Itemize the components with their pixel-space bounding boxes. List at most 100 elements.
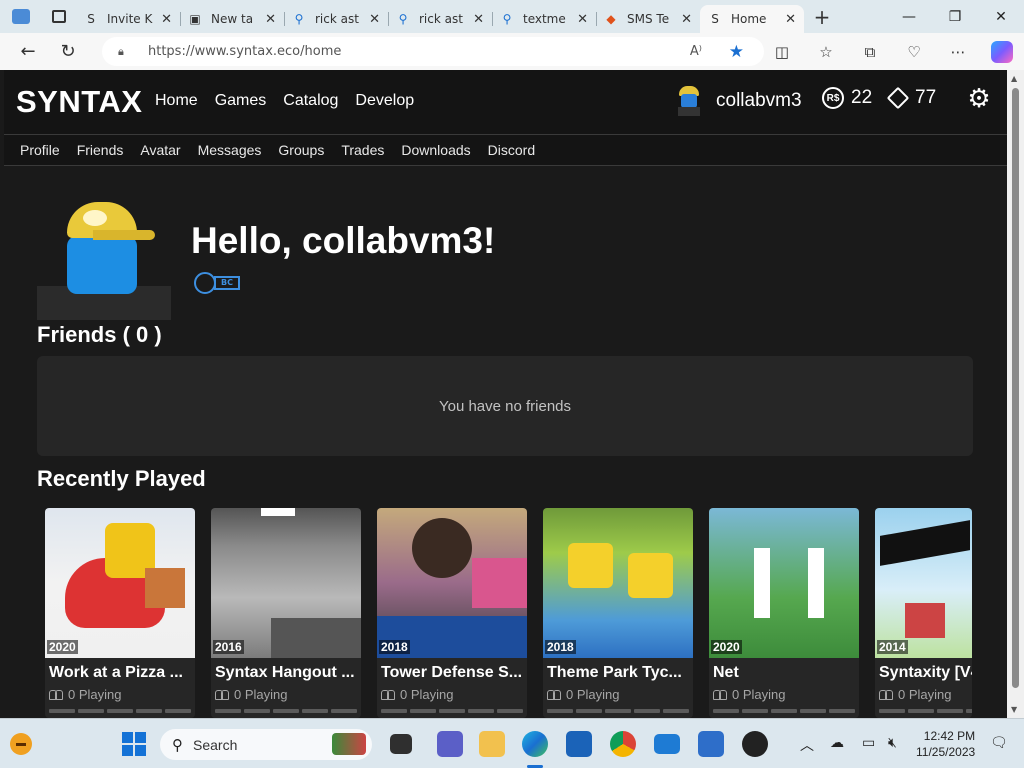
store-icon[interactable]: [566, 731, 592, 757]
game-name[interactable]: Work at a Pizza ...: [49, 664, 195, 682]
browser-tab[interactable]: S Invite K ✕: [76, 5, 180, 33]
close-tab-icon[interactable]: ✕: [161, 12, 172, 27]
nav-home[interactable]: Home: [155, 92, 198, 110]
back-icon[interactable]: ←: [8, 33, 48, 70]
collections-icon[interactable]: ⧉: [848, 43, 892, 61]
game-thumbnail[interactable]: 2020: [709, 508, 859, 658]
media-player-icon[interactable]: [742, 731, 768, 757]
volume-muted-icon[interactable]: 🔇︎: [888, 735, 897, 751]
browser-tab[interactable]: ◆ SMS Te ✕: [596, 5, 700, 33]
game-name[interactable]: Tower Defense S...: [381, 664, 527, 682]
weather-icon[interactable]: [10, 733, 32, 755]
favorites-icon[interactable]: ☆: [804, 43, 848, 61]
close-tab-icon[interactable]: ✕: [369, 12, 380, 27]
subnav-avatar[interactable]: Avatar: [140, 142, 180, 158]
subnav-downloads[interactable]: Downloads: [401, 142, 470, 158]
copilot-icon[interactable]: [991, 40, 1013, 63]
teams-icon[interactable]: [437, 731, 463, 757]
people-icon: [215, 689, 229, 700]
performance-icon[interactable]: ♡: [892, 43, 936, 61]
vote-bar: [879, 709, 972, 713]
close-tab-icon[interactable]: ✕: [577, 12, 588, 27]
address-bar[interactable]: 🔒︎ https://www.syntax.eco/home A⁾ ★: [102, 37, 764, 66]
syntax-icon: S: [87, 12, 95, 26]
nav-games[interactable]: Games: [215, 92, 267, 110]
game-card[interactable]: 2018 Theme Park Tyc... 0 Playing: [543, 508, 693, 718]
display-icon[interactable]: ▭: [862, 735, 875, 751]
url-text[interactable]: https://www.syntax.eco/home: [148, 44, 341, 59]
scrollbar-thumb[interactable]: [1012, 88, 1019, 688]
browser-tab-active[interactable]: S Home ✕: [700, 5, 804, 33]
read-aloud-icon[interactable]: A⁾: [690, 44, 702, 59]
game-card[interactable]: 2014 Syntaxity [V4 0 Playing: [875, 508, 972, 718]
subnav-discord[interactable]: Discord: [488, 142, 535, 158]
people-icon: [879, 689, 893, 700]
user-menu[interactable]: collabvm3: [676, 86, 802, 116]
page-scrollbar[interactable]: ▲ ▼: [1007, 70, 1024, 718]
task-view-icon[interactable]: [390, 734, 412, 754]
close-tab-icon[interactable]: ✕: [785, 12, 796, 27]
photos-icon[interactable]: [698, 731, 724, 757]
onedrive-icon[interactable]: ☁: [830, 735, 844, 751]
browser-tab[interactable]: ▣ New ta ✕: [180, 5, 284, 33]
profile-avatar[interactable]: [37, 202, 171, 320]
game-name[interactable]: Net: [713, 664, 859, 682]
browser-tab[interactable]: ⚲ rick ast ✕: [388, 5, 492, 33]
chevron-up-icon[interactable]: ︿: [800, 735, 814, 755]
notification-icon[interactable]: 🗨︎: [990, 735, 1008, 751]
subnav-groups[interactable]: Groups: [278, 142, 324, 158]
edge-icon[interactable]: [522, 731, 548, 757]
browser-tab-strip: S Invite K ✕ ▣ New ta ✕ ⚲ rick ast ✕ ⚲ r…: [0, 0, 1024, 33]
close-tab-icon[interactable]: ✕: [265, 12, 276, 27]
nav-develop[interactable]: Develop: [355, 92, 414, 110]
new-tab-icon[interactable]: +: [804, 0, 840, 33]
restore-icon[interactable]: ❐: [932, 0, 978, 33]
game-name[interactable]: Theme Park Tyc...: [547, 664, 693, 682]
start-icon[interactable]: [122, 732, 146, 756]
game-thumbnail[interactable]: 2018: [543, 508, 693, 658]
friends-heading[interactable]: Friends ( 0 ): [37, 322, 162, 348]
minimize-icon[interactable]: —: [886, 0, 932, 33]
nav-catalog[interactable]: Catalog: [283, 92, 338, 110]
close-tab-icon[interactable]: ✕: [473, 12, 484, 27]
game-card[interactable]: 2016 Syntax Hangout ... 0 Playing: [211, 508, 361, 718]
more-icon[interactable]: ⋯: [936, 43, 980, 61]
game-thumbnail[interactable]: 2018: [377, 508, 527, 658]
game-card[interactable]: 2020 Net 0 Playing: [709, 508, 859, 718]
favorite-star-icon[interactable]: ★: [729, 42, 744, 62]
game-name[interactable]: Syntax Hangout ...: [215, 664, 361, 682]
game-thumbnail[interactable]: 2014: [875, 508, 972, 658]
game-thumbnail[interactable]: 2016: [211, 508, 361, 658]
close-tab-icon[interactable]: ✕: [681, 12, 692, 27]
gear-icon[interactable]: ⚙: [966, 84, 992, 114]
game-name[interactable]: Syntaxity [V4: [879, 664, 972, 682]
username[interactable]: collabvm3: [716, 90, 802, 112]
scroll-up-icon[interactable]: ▲: [1011, 74, 1017, 83]
game-card[interactable]: 2020 Work at a Pizza ... 0 Playing: [45, 508, 195, 718]
game-year: 2018: [379, 640, 410, 654]
scroll-down-icon[interactable]: ▼: [1011, 705, 1017, 714]
taskbar-search[interactable]: ⚲ Search: [160, 729, 372, 760]
mail-icon[interactable]: [654, 734, 680, 754]
system-clock[interactable]: 12:42 PM 11/25/2023: [916, 728, 975, 760]
refresh-icon[interactable]: ↻: [48, 33, 88, 70]
file-explorer-icon[interactable]: [479, 731, 505, 757]
window-menu-icon[interactable]: [0, 0, 42, 33]
subnav-trades[interactable]: Trades: [341, 142, 384, 158]
robux-balance[interactable]: R$ 22: [822, 87, 872, 109]
browser-tab[interactable]: ⚲ rick ast ✕: [284, 5, 388, 33]
subnav-friends[interactable]: Friends: [77, 142, 124, 158]
subnav-profile[interactable]: Profile: [20, 142, 60, 158]
game-thumbnail[interactable]: 2020: [45, 508, 195, 658]
tix-balance[interactable]: 77: [886, 86, 936, 110]
avatar[interactable]: [676, 86, 702, 116]
lock-icon[interactable]: 🔒︎: [118, 45, 132, 59]
tab-actions-icon[interactable]: [42, 0, 76, 33]
game-card[interactable]: 2018 Tower Defense S... 0 Playing: [377, 508, 527, 718]
subnav-messages[interactable]: Messages: [198, 142, 262, 158]
split-screen-icon[interactable]: ◫: [760, 43, 804, 61]
browser-tab[interactable]: ⚲ textme ✕: [492, 5, 596, 33]
chrome-icon[interactable]: [610, 731, 636, 757]
site-logo[interactable]: SYNTAX: [16, 84, 142, 120]
close-window-icon[interactable]: ✕: [978, 0, 1024, 33]
